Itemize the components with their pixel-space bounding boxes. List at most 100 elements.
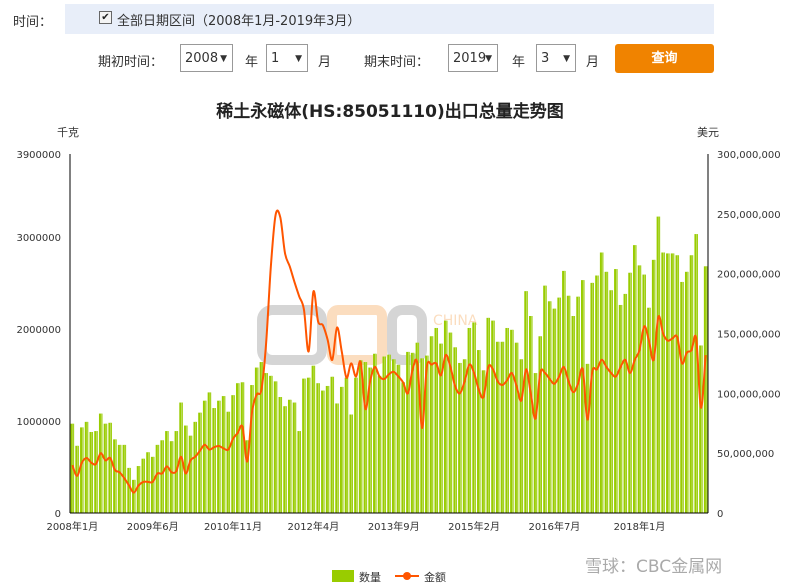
bar-highlight <box>582 280 584 513</box>
bar <box>165 431 169 513</box>
right-tick-label: 200,000,000 <box>717 270 781 281</box>
bar <box>113 439 117 513</box>
bar-highlight <box>545 285 546 513</box>
bar <box>486 317 491 513</box>
bar <box>217 400 221 513</box>
bar-highlight <box>639 265 641 513</box>
bar <box>495 341 500 513</box>
bar <box>311 365 316 513</box>
bar <box>221 396 226 513</box>
bar-highlight <box>601 252 603 513</box>
bar-highlight <box>379 375 381 513</box>
bar <box>581 280 585 513</box>
bar-highlight <box>398 364 400 513</box>
bar <box>306 377 311 513</box>
bar-highlight <box>455 347 457 513</box>
bar-highlight <box>630 272 631 513</box>
bar-highlight <box>318 383 319 513</box>
bar-highlight <box>133 479 135 513</box>
bar-highlight <box>696 234 698 514</box>
bar-highlight <box>578 296 579 513</box>
bar-highlight <box>564 270 565 513</box>
bar-highlight <box>668 253 669 513</box>
bar <box>226 411 231 513</box>
bar-highlight <box>365 362 367 513</box>
bar-highlight <box>526 291 527 513</box>
bar <box>571 316 576 513</box>
bar-highlight <box>294 402 296 513</box>
bar <box>302 378 306 513</box>
bar <box>562 270 566 513</box>
bar <box>477 350 481 513</box>
bar <box>642 274 646 513</box>
bar <box>287 399 292 513</box>
bar <box>108 422 112 513</box>
bar <box>283 406 287 513</box>
bar <box>202 400 207 513</box>
bar-highlight <box>644 274 646 513</box>
bar <box>396 364 401 513</box>
bar <box>212 408 216 513</box>
bar-highlight <box>86 421 88 513</box>
bar <box>141 458 146 513</box>
bar <box>694 234 698 514</box>
bar-highlight <box>77 445 78 513</box>
bar <box>651 259 656 513</box>
bar-highlight <box>516 342 518 513</box>
bar-highlight <box>672 253 674 513</box>
bar-highlight <box>530 316 532 513</box>
bar-highlight <box>691 255 693 513</box>
bar <box>84 421 89 513</box>
bar <box>458 362 462 513</box>
bar <box>599 252 604 513</box>
bar-highlight <box>323 390 324 513</box>
bar <box>604 271 609 513</box>
bar-highlight <box>219 400 220 513</box>
bar-highlight <box>370 367 371 513</box>
bar-highlight <box>469 327 471 513</box>
bar <box>491 320 495 513</box>
bar <box>344 377 349 513</box>
bar-highlight <box>559 297 561 513</box>
bar-highlight <box>119 444 121 513</box>
bar <box>443 320 448 513</box>
bar-highlight <box>332 376 334 513</box>
bar-highlight <box>81 427 83 513</box>
bar-highlight <box>356 377 357 513</box>
bar <box>94 431 98 513</box>
bar-highlight <box>115 439 116 513</box>
bar-highlight <box>285 406 286 513</box>
bar <box>670 253 675 513</box>
bar-highlight <box>663 252 664 513</box>
x-tick-label: 2012年4月 <box>287 520 339 533</box>
left-tick-label: 1000000 <box>16 417 61 428</box>
x-tick-label: 2013年9月 <box>368 520 420 533</box>
bar <box>434 327 439 513</box>
bar <box>590 282 594 513</box>
bar-highlight <box>204 400 206 513</box>
bar-highlight <box>143 458 145 513</box>
bar-highlight <box>200 412 201 513</box>
bar <box>623 293 628 513</box>
bar-highlight <box>450 332 452 513</box>
watermark-text: CHINA <box>433 313 478 329</box>
bar-highlight <box>592 282 594 513</box>
bar-highlight <box>616 269 617 513</box>
bar-highlight <box>337 403 338 513</box>
bar-highlight <box>138 466 140 513</box>
bar-highlight <box>597 275 598 513</box>
bar <box>529 316 533 513</box>
bar <box>552 308 557 513</box>
bar <box>169 441 174 513</box>
bar-highlight <box>228 411 230 513</box>
bar <box>500 341 505 513</box>
bar-highlight <box>701 345 702 513</box>
bar <box>98 413 103 513</box>
bar <box>576 296 580 513</box>
bar <box>207 392 212 513</box>
bar <box>321 390 325 513</box>
bar-highlight <box>96 431 97 513</box>
bar-highlight <box>512 329 513 513</box>
bar-highlight <box>195 421 197 513</box>
bar <box>533 373 538 513</box>
